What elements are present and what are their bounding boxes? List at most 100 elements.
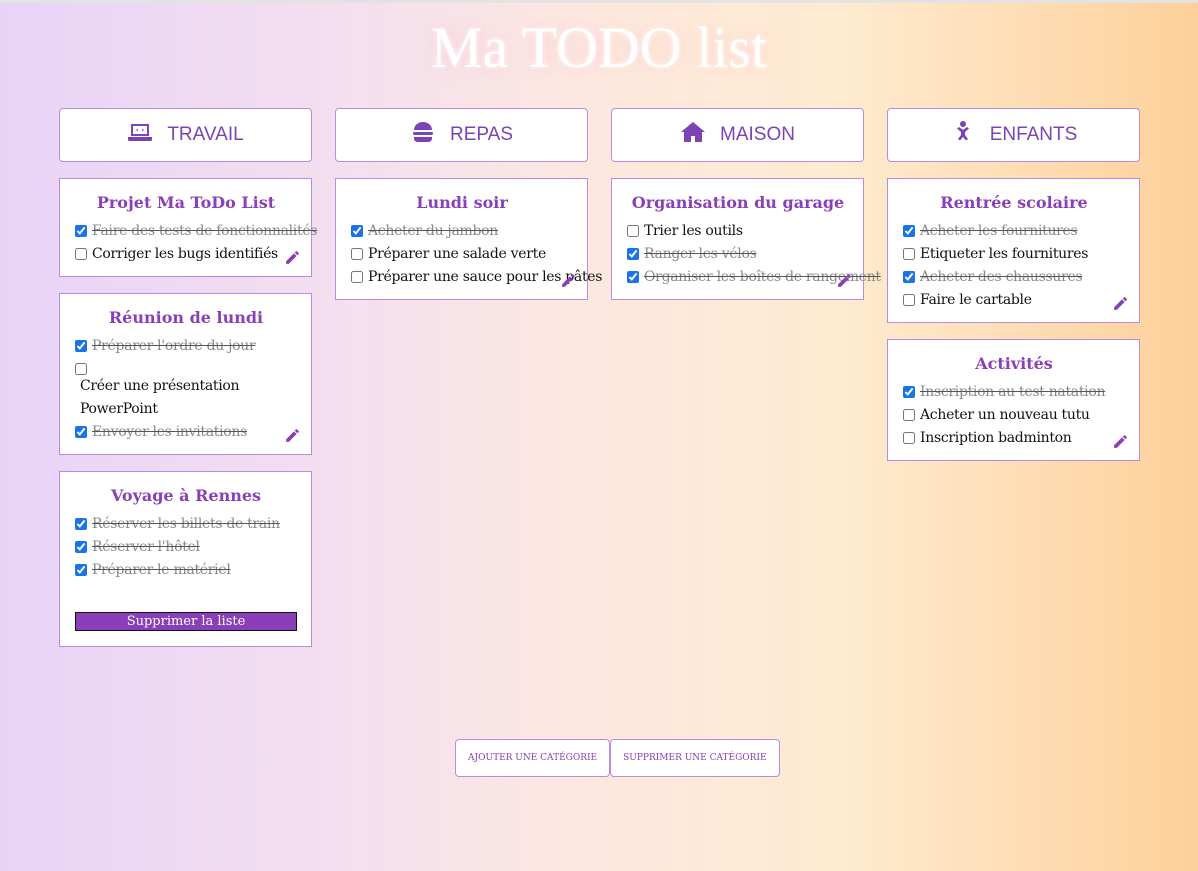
task-text: Préparer le matériel bbox=[92, 562, 231, 578]
page-title: Ma TODO list bbox=[430, 15, 768, 80]
task-item: Acheter du jambon bbox=[351, 220, 573, 243]
task-text: Trier les outils bbox=[644, 223, 743, 239]
task-text: Inscription au test natation bbox=[920, 384, 1106, 400]
task-item: Etiqueter les fournitures bbox=[903, 243, 1125, 266]
category-column-travail: TRAVAIL Projet Ma ToDo List Faire des te… bbox=[59, 108, 317, 647]
task-checkbox[interactable] bbox=[75, 518, 87, 530]
task-item: Ranger les vélos bbox=[627, 243, 849, 266]
task-checkbox[interactable] bbox=[903, 409, 915, 421]
task-checkbox[interactable] bbox=[75, 225, 87, 237]
task-checkbox[interactable] bbox=[351, 225, 363, 237]
task-text: Faire des tests de fonctionnalités bbox=[92, 223, 318, 239]
todo-list-card: Rentrée scolaire Acheter les fournitures… bbox=[887, 178, 1140, 323]
task-item: Corriger les bugs identifiés bbox=[75, 243, 297, 266]
task-item: Inscription au test natation bbox=[903, 381, 1125, 404]
task-checkbox[interactable] bbox=[903, 225, 915, 237]
list-title: Voyage à Rennes bbox=[110, 486, 262, 505]
task-text: Acheter un nouveau tutu bbox=[920, 407, 1090, 423]
task-checkbox[interactable] bbox=[75, 340, 87, 352]
task-item: Réserver l'hôtel bbox=[75, 536, 297, 559]
house-icon bbox=[680, 120, 706, 150]
task-item: Faire le cartable bbox=[903, 289, 1125, 312]
task-text: Acheter du jambon bbox=[368, 223, 499, 239]
delete-list-button[interactable]: Supprimer la liste bbox=[75, 612, 297, 631]
category-column-repas: REPAS Lundi soir Acheter du jambon Prépa… bbox=[335, 108, 602, 300]
task-checkbox[interactable] bbox=[351, 248, 363, 260]
task-text: Réserver les billets de train bbox=[92, 516, 280, 532]
task-checkbox[interactable] bbox=[903, 271, 915, 283]
pencil-icon[interactable] bbox=[1112, 433, 1129, 450]
task-checkbox[interactable] bbox=[903, 386, 915, 398]
task-item: Organiser les boîtes de rangement bbox=[627, 266, 881, 289]
category-name: TRAVAIL bbox=[167, 124, 244, 145]
list-title: Activités bbox=[975, 354, 1053, 373]
task-checkbox[interactable] bbox=[627, 225, 639, 237]
task-text: Préparer une salade verte bbox=[368, 246, 546, 262]
task-text: Envoyer les invitations bbox=[92, 424, 247, 440]
category-header-travail[interactable]: TRAVAIL bbox=[59, 108, 312, 162]
task-item: Réserver les billets de train bbox=[75, 513, 297, 536]
pencil-icon[interactable] bbox=[284, 249, 301, 266]
todo-list-card: Projet Ma ToDo List Faire des tests de f… bbox=[59, 178, 317, 277]
task-checkbox[interactable] bbox=[627, 271, 639, 283]
task-item: Acheter des chaussures bbox=[903, 266, 1125, 289]
pencil-icon[interactable] bbox=[1112, 295, 1129, 312]
task-text: Réserver l'hôtel bbox=[92, 539, 200, 555]
task-text: Etiqueter les fournitures bbox=[920, 246, 1089, 262]
task-checkbox[interactable] bbox=[903, 294, 915, 306]
remove-category-button[interactable]: SUPPRIMER UNE CATÉGORIE bbox=[610, 739, 780, 777]
laptop-code-icon bbox=[127, 120, 153, 150]
category-name: ENFANTS bbox=[989, 124, 1078, 145]
list-title: Organisation du garage bbox=[631, 193, 845, 212]
task-text: Acheter des chaussures bbox=[920, 269, 1083, 285]
task-text: Préparer l'ordre du jour bbox=[92, 338, 256, 354]
task-item: Acheter les fournitures bbox=[903, 220, 1125, 243]
top-border bbox=[0, 0, 1198, 3]
pencil-icon[interactable] bbox=[836, 272, 853, 289]
task-checkbox[interactable] bbox=[903, 248, 915, 260]
category-column-enfants: ENFANTS Rentrée scolaire Acheter les fou… bbox=[887, 108, 1140, 461]
task-text: Corriger les bugs identifiés bbox=[92, 246, 278, 262]
add-category-button[interactable]: AJOUTER UNE CATÉGORIE bbox=[455, 739, 611, 777]
list-title: Réunion de lundi bbox=[108, 308, 264, 327]
task-checkbox[interactable] bbox=[75, 248, 87, 260]
task-checkbox[interactable] bbox=[75, 363, 87, 375]
category-name: MAISON bbox=[720, 124, 795, 145]
task-text: Acheter les fournitures bbox=[920, 223, 1078, 239]
list-title: Lundi soir bbox=[416, 193, 508, 212]
task-checkbox[interactable] bbox=[75, 426, 87, 438]
category-header-enfants[interactable]: ENFANTS bbox=[887, 108, 1140, 162]
task-text: Créer une présentation PowerPoint bbox=[80, 378, 240, 417]
task-item: Créer une présentation PowerPoint bbox=[75, 358, 297, 421]
list-title: Projet Ma ToDo List bbox=[96, 193, 276, 212]
task-item: Préparer le matériel bbox=[75, 559, 297, 582]
task-item: Acheter un nouveau tutu bbox=[903, 404, 1125, 427]
list-title: Rentrée scolaire bbox=[940, 193, 1088, 212]
task-item: Faire des tests de fonctionnalités bbox=[75, 220, 317, 243]
task-text: Faire le cartable bbox=[920, 292, 1032, 308]
task-item: Trier les outils bbox=[627, 220, 849, 243]
task-text: Inscription badminton bbox=[920, 430, 1072, 446]
child-icon bbox=[950, 120, 976, 150]
category-column-maison: MAISON Organisation du garage Trier les … bbox=[611, 108, 881, 300]
category-actions: AJOUTER UNE CATÉGORIE SUPPRIMER UNE CATÉ… bbox=[455, 739, 780, 777]
pencil-icon[interactable] bbox=[560, 272, 577, 289]
todo-list-card: Voyage à Rennes Réserver les billets de … bbox=[59, 471, 312, 647]
category-name: REPAS bbox=[449, 124, 513, 145]
task-item: Préparer une salade verte bbox=[351, 243, 573, 266]
task-checkbox[interactable] bbox=[75, 541, 87, 553]
task-checkbox[interactable] bbox=[627, 248, 639, 260]
task-item: Préparer l'ordre du jour bbox=[75, 335, 297, 358]
category-header-repas[interactable]: REPAS bbox=[335, 108, 588, 162]
pencil-icon[interactable] bbox=[284, 427, 301, 444]
task-item: Envoyer les invitations bbox=[75, 421, 297, 444]
todo-list-card: Activités Inscription au test natation A… bbox=[887, 339, 1140, 461]
burger-icon bbox=[410, 120, 436, 150]
task-checkbox[interactable] bbox=[903, 432, 915, 444]
task-item: Préparer une sauce pour les pâtes bbox=[351, 266, 602, 289]
task-checkbox[interactable] bbox=[351, 271, 363, 283]
category-header-maison[interactable]: MAISON bbox=[611, 108, 864, 162]
todo-list-card: Organisation du garage Trier les outils … bbox=[611, 178, 881, 300]
todo-list-card: Lundi soir Acheter du jambon Préparer un… bbox=[335, 178, 602, 300]
task-checkbox[interactable] bbox=[75, 564, 87, 576]
